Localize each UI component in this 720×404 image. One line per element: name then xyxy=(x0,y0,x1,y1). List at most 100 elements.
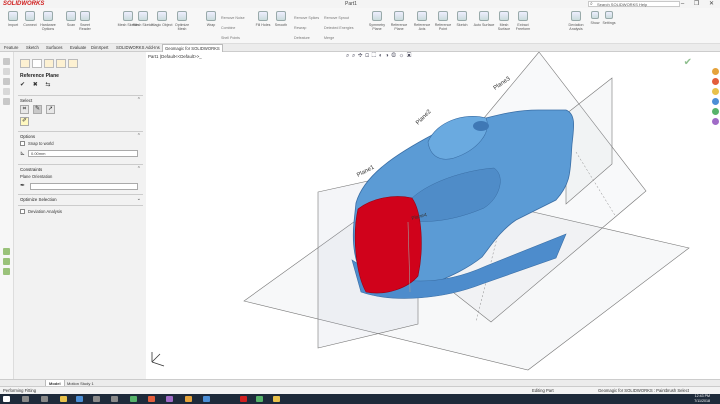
ribbon-button[interactable]: Smooth xyxy=(270,11,292,41)
chrome-icon[interactable] xyxy=(76,396,83,402)
chevron-up-icon[interactable]: ⌃ xyxy=(137,133,141,139)
ribbon-button-icon xyxy=(177,11,187,21)
window-controls[interactable]: – ❐ ✕ xyxy=(681,0,718,7)
deviation-checkbox[interactable] xyxy=(20,209,25,214)
command-tab[interactable]: Surfaces xyxy=(44,44,65,52)
panel-icon[interactable] xyxy=(3,248,10,255)
lasso-select-button[interactable]: ⌗ xyxy=(20,105,29,114)
explorer-icon[interactable] xyxy=(60,396,67,402)
panel-icon[interactable] xyxy=(3,88,10,95)
dimxpert-tab[interactable] xyxy=(56,59,66,68)
app-icon[interactable] xyxy=(148,396,155,402)
pointer-select-button[interactable]: ➚ xyxy=(46,105,55,114)
ribbon-small-item[interactable]: Remove Spikes xyxy=(294,16,319,20)
chevron-up-icon[interactable]: ⌃ xyxy=(137,166,141,172)
panel-icon[interactable] xyxy=(3,258,10,265)
panel-icon[interactable] xyxy=(3,98,10,105)
ribbon-button[interactable]: Wrap xyxy=(200,11,222,41)
constraints-header: Constraints xyxy=(20,167,43,172)
command-tab[interactable]: Sketch xyxy=(24,44,41,52)
ribbon-small-item[interactable]: Merge xyxy=(324,36,334,40)
ribbon-button[interactable]: Sketch xyxy=(451,11,473,41)
chevron-up-icon[interactable]: ⌃ xyxy=(137,97,141,103)
ribbon-button-label: Smooth xyxy=(274,23,288,27)
app-icon[interactable] xyxy=(130,396,137,402)
ribbon-button[interactable]: Reference Axis xyxy=(411,11,433,41)
ribbon-small-item[interactable]: Detected Energies xyxy=(324,26,354,30)
command-tab[interactable]: Feature xyxy=(2,44,20,52)
ribbon-button[interactable]: Extract Freeform xyxy=(512,11,534,41)
panel-icon[interactable] xyxy=(3,58,10,65)
ribbon-button[interactable]: Reference Plane xyxy=(388,11,410,41)
search-icon[interactable] xyxy=(22,396,29,402)
ribbon-small-item[interactable]: Rewrap xyxy=(294,26,306,30)
ribbon-button-label: Mesh Surface xyxy=(497,23,511,31)
command-tab[interactable]: Evaluate xyxy=(68,44,88,52)
ribbon-button-label: Symmetry Plane xyxy=(368,23,386,31)
ribbon-button[interactable]: Deviation Analysis xyxy=(565,11,587,41)
configuration-tab[interactable] xyxy=(44,59,54,68)
command-tab[interactable]: Geomagic for SOLIDWORKS xyxy=(162,44,223,52)
ribbon-small-item[interactable]: Defeature xyxy=(294,36,310,40)
ribbon-button[interactable]: Symmetry Plane xyxy=(366,11,388,41)
paintbrush-select-button[interactable]: ✎ xyxy=(33,105,42,114)
options-header: Options xyxy=(20,134,36,139)
ribbon-button-label: Fill Holes xyxy=(255,23,271,27)
ribbon-button-icon xyxy=(438,11,448,21)
snap-to-world-checkbox[interactable] xyxy=(20,141,25,146)
command-tab[interactable]: DimXpert xyxy=(89,44,110,52)
settings-button[interactable]: Settings xyxy=(601,11,617,41)
ribbon-button[interactable]: Optimize Mesh xyxy=(171,11,193,41)
display-tab[interactable] xyxy=(68,59,78,68)
panel-icon[interactable] xyxy=(3,268,10,275)
app-icon[interactable] xyxy=(93,396,100,402)
status-bar: Performing Fitting Editing Part Geomagic… xyxy=(0,386,720,394)
app-icon[interactable] xyxy=(273,396,280,402)
system-clock[interactable]: 12:43 PM 7/11/2018 xyxy=(694,394,710,403)
ribbon-button[interactable]: Hardware Options xyxy=(37,11,59,41)
tolerance-field[interactable]: 0.00mm xyxy=(28,150,138,157)
ribbon-button-icon xyxy=(518,11,528,21)
app-icon[interactable] xyxy=(185,396,192,402)
app-icon[interactable] xyxy=(111,396,118,402)
ribbon-button-icon xyxy=(372,11,382,21)
app-icon[interactable] xyxy=(256,396,263,402)
ok-cancel-buttons[interactable]: ✔ ✖ ⇆ xyxy=(20,81,53,88)
settings-icon xyxy=(605,11,613,19)
reference-plane-panel: Reference Plane ✔ ✖ ⇆ Select ⌃ ⌗ ✎ ➚ ✐ O… xyxy=(18,58,143,358)
solidworks-taskbar-icon[interactable] xyxy=(240,396,247,402)
start-icon[interactable] xyxy=(3,396,10,402)
search-input[interactable]: ⌕ Search SOLIDWORKS Help xyxy=(588,1,680,7)
graphics-viewport[interactable]: Part1 (Default<<Default>>_ ⌕⌕✥⊡⬚◐◑◍☼▣ ✔ xyxy=(146,52,720,379)
plane-orientation-field[interactable] xyxy=(30,183,138,190)
title-bar: SOLIDWORKS Part1 ⌕ Search SOLIDWORKS Hel… xyxy=(0,0,720,8)
selected-face xyxy=(354,196,422,294)
command-tab[interactable]: SOLIDWORKS Add-Ins xyxy=(114,44,162,52)
ribbon-button-label: Reference Axis xyxy=(413,23,431,31)
command-manager-ribbon: Import Connect Hardware Options Scan Sweet R… xyxy=(0,8,720,44)
ribbon-small-item[interactable]: Remove Sprout xyxy=(324,16,349,20)
ribbon-button[interactable]: Magic Object xyxy=(151,11,173,41)
panel-icon[interactable] xyxy=(3,68,10,75)
ribbon-button[interactable]: Auto Surface xyxy=(473,11,495,41)
ribbon-button[interactable]: Sweet Reader xyxy=(74,11,96,41)
ribbon-button-icon xyxy=(206,11,216,21)
search-icon: ⌕ xyxy=(590,1,593,7)
chevron-down-icon[interactable]: ⌄ xyxy=(137,196,141,202)
show-icon xyxy=(591,11,599,19)
constraints-section: Constraints ⌃ Plane Orientation ✒ xyxy=(18,164,143,196)
ribbon-small-item[interactable]: Shell Points xyxy=(221,36,240,40)
ribbon-small-item[interactable]: Combine xyxy=(221,26,235,30)
brush-size-button[interactable]: ✐ xyxy=(20,117,29,126)
ribbon-small-item[interactable]: Remove Noise xyxy=(221,16,245,20)
model-canvas[interactable]: Plane1 Plane2 Plane3 Plane4 xyxy=(146,52,720,379)
property-manager-tab[interactable] xyxy=(32,59,42,68)
status-editing-text: Editing Part xyxy=(532,388,554,393)
taskview-icon[interactable] xyxy=(41,396,48,402)
ribbon-button-label: Magic Object xyxy=(151,23,173,27)
panel-icon[interactable] xyxy=(3,78,10,85)
feature-tree-tab[interactable] xyxy=(20,59,30,68)
app-icon[interactable] xyxy=(166,396,173,402)
plane-orientation-label: Plane Orientation xyxy=(20,174,53,179)
app-icon[interactable] xyxy=(203,396,210,402)
